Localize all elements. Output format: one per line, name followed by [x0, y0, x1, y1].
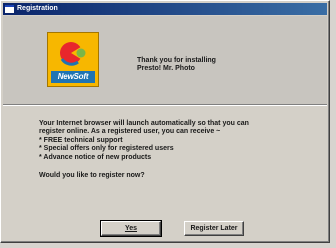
window-title: Registration: [17, 5, 58, 12]
message-body: Your Internet browser will launch automa…: [39, 120, 324, 180]
benefit-item: * Advance notice of new products: [39, 153, 152, 161]
register-later-button-label: Register Later: [190, 224, 238, 232]
divider: [3, 104, 327, 106]
register-later-button[interactable]: Register Later: [184, 221, 244, 236]
yes-button-label: Yes: [124, 224, 138, 232]
thank-you-text: Thank you for installing Presto! Mr. Pho…: [137, 57, 287, 73]
product-name: Presto! Mr. Photo: [137, 65, 195, 72]
header-panel: NewSoft Thank you for installing Presto!…: [3, 16, 327, 104]
benefit-item: * Special offers only for registered use…: [39, 145, 174, 153]
yes-button[interactable]: Yes: [100, 220, 162, 237]
logo-wordmark: NewSoft: [51, 71, 95, 83]
newsoft-logo: NewSoft: [47, 32, 99, 87]
title-bar[interactable]: Registration: [3, 3, 327, 15]
thank-you-line: Thank you for installing: [137, 57, 216, 64]
benefit-item: * FREE technical support: [39, 136, 123, 144]
register-question: Would you like to register now?: [39, 172, 145, 180]
registration-dialog: Registration NewSoft Thank you for insta…: [0, 0, 330, 243]
intro-line: register online. As a registered user, y…: [39, 128, 221, 136]
intro-line: Your Internet browser will launch automa…: [39, 120, 249, 127]
window-icon: [5, 5, 14, 13]
